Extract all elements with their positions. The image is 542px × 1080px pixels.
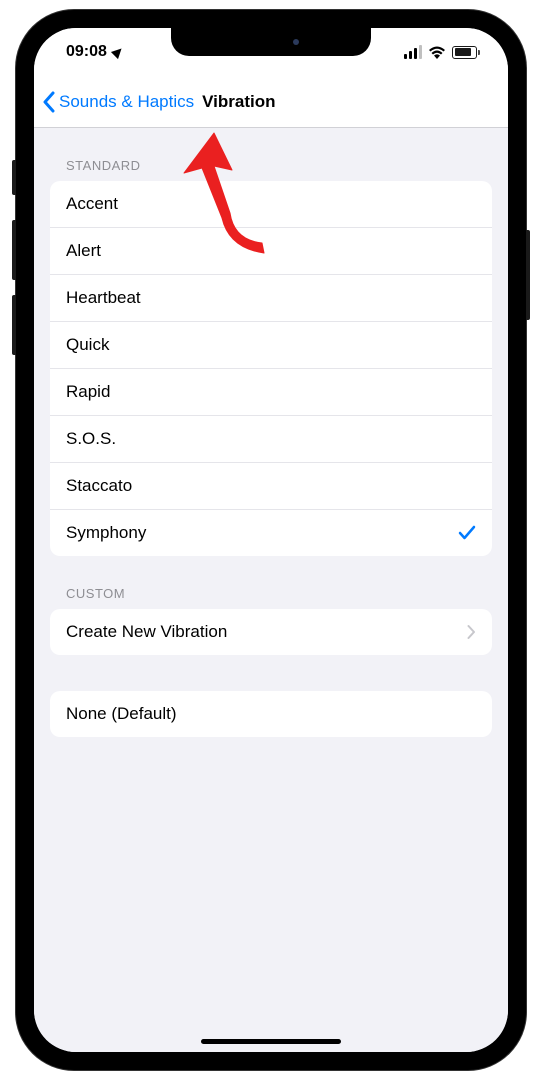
battery-icon bbox=[452, 46, 480, 59]
list-item-label: Quick bbox=[66, 335, 109, 355]
screen: 09:08 bbox=[34, 28, 508, 1052]
checkmark-icon bbox=[458, 525, 476, 541]
volume-up-button[interactable] bbox=[12, 220, 16, 280]
list-item-label: Symphony bbox=[66, 523, 146, 543]
wifi-icon bbox=[428, 46, 446, 59]
home-indicator[interactable] bbox=[201, 1039, 341, 1044]
list-item-label: Rapid bbox=[66, 382, 110, 402]
list-group-standard: Accent Alert Heartbeat Quick Rapid S.O.S… bbox=[50, 181, 492, 556]
vibration-option-staccato[interactable]: Staccato bbox=[50, 463, 492, 510]
section-header-custom: CUSTOM bbox=[34, 556, 508, 609]
status-right bbox=[404, 45, 480, 59]
vibration-option-sos[interactable]: S.O.S. bbox=[50, 416, 492, 463]
list-item-label: S.O.S. bbox=[66, 429, 116, 449]
mute-switch[interactable] bbox=[12, 160, 16, 195]
status-time: 09:08 bbox=[66, 43, 107, 61]
content: STANDARD Accent Alert Heartbeat Quick Ra… bbox=[34, 128, 508, 1052]
status-left: 09:08 bbox=[66, 43, 123, 61]
page-title: Vibration bbox=[202, 92, 275, 112]
volume-down-button[interactable] bbox=[12, 295, 16, 355]
list-group-none: None (Default) bbox=[50, 691, 492, 737]
vibration-option-none[interactable]: None (Default) bbox=[50, 691, 492, 737]
chevron-left-icon bbox=[42, 91, 55, 113]
list-item-label: Staccato bbox=[66, 476, 132, 496]
list-group-custom: Create New Vibration bbox=[50, 609, 492, 655]
create-new-vibration-button[interactable]: Create New Vibration bbox=[50, 609, 492, 655]
vibration-option-heartbeat[interactable]: Heartbeat bbox=[50, 275, 492, 322]
vibration-option-rapid[interactable]: Rapid bbox=[50, 369, 492, 416]
section-header-standard: STANDARD bbox=[34, 128, 508, 181]
phone-frame: 09:08 bbox=[16, 10, 526, 1070]
cellular-signal-icon bbox=[404, 45, 422, 59]
power-button[interactable] bbox=[526, 230, 530, 320]
camera-dot bbox=[293, 39, 299, 45]
list-item-label: Heartbeat bbox=[66, 288, 141, 308]
chevron-right-icon bbox=[467, 624, 476, 640]
list-item-label: Accent bbox=[66, 194, 118, 214]
nav-bar: Sounds & Haptics Vibration bbox=[34, 76, 508, 128]
location-icon bbox=[111, 45, 125, 59]
list-item-label: Create New Vibration bbox=[66, 622, 227, 642]
vibration-option-quick[interactable]: Quick bbox=[50, 322, 492, 369]
back-label: Sounds & Haptics bbox=[59, 92, 194, 112]
back-button[interactable]: Sounds & Haptics bbox=[42, 91, 194, 113]
notch bbox=[171, 28, 371, 56]
list-item-label: Alert bbox=[66, 241, 101, 261]
vibration-option-accent[interactable]: Accent bbox=[50, 181, 492, 228]
list-item-label: None (Default) bbox=[66, 704, 177, 724]
vibration-option-symphony[interactable]: Symphony bbox=[50, 510, 492, 556]
vibration-option-alert[interactable]: Alert bbox=[50, 228, 492, 275]
